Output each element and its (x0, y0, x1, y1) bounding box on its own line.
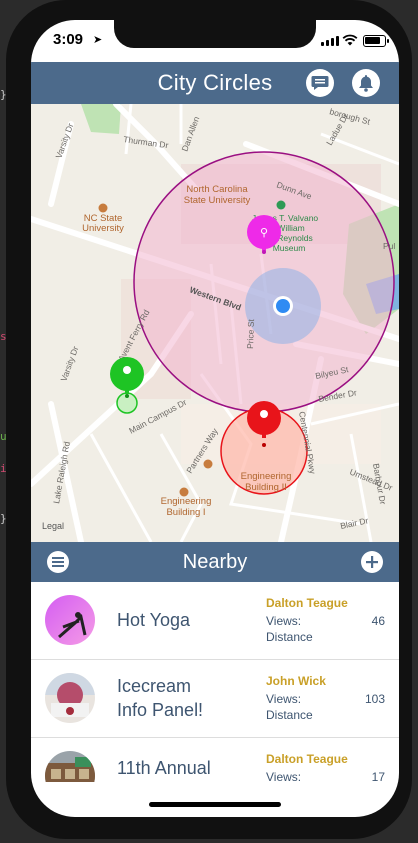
poi-university-icon[interactable] (98, 203, 108, 213)
map-label-eng2-b: Building II (245, 482, 287, 493)
nearby-title: Nearby (182, 550, 248, 573)
item-title: Hot Yoga (117, 610, 191, 630)
map-label-ncsu-bottom: State University (184, 195, 251, 206)
bell-icon (359, 75, 373, 92)
chat-icon (311, 76, 329, 90)
map-label-pul: Pul (383, 241, 395, 251)
item-title: 11th Annual (117, 758, 211, 778)
item-title: Icecream (117, 676, 192, 696)
map-label-nc-state-b: University (82, 223, 124, 234)
add-icon (366, 556, 378, 568)
app-screen: 3:09 ➤ City Circles Thurman Dr Varsity D… (31, 20, 399, 817)
item-author[interactable]: John Wick (266, 674, 326, 688)
item-author[interactable]: Dalton Teague (266, 752, 348, 766)
map-label-price: Price St (245, 318, 256, 349)
item-views-label: Views: (266, 614, 302, 628)
add-button[interactable] (361, 551, 383, 573)
list-item[interactable]: Icecream Info Panel! John Wick Views: 10… (31, 660, 399, 738)
menu-icon (52, 557, 64, 567)
poi-engineering-icon[interactable] (203, 459, 213, 469)
status-time: 3:09 (53, 31, 84, 48)
item-distance-label: Distance (266, 708, 313, 722)
chat-button[interactable] (306, 69, 334, 97)
poi-museum-icon[interactable] (276, 200, 286, 210)
app-header: City Circles (31, 62, 399, 104)
location-arrow-icon: ➤ (93, 33, 103, 46)
item-views-value: 17 (371, 770, 385, 782)
svg-text:⚲: ⚲ (260, 226, 268, 239)
map-label-museum-b: William (277, 223, 304, 233)
home-indicator[interactable] (149, 802, 281, 807)
item-title-line2: Info Panel! (117, 700, 204, 720)
item-views-value: 103 (364, 692, 385, 706)
yoga-avatar-icon (45, 595, 95, 645)
user-location-dot (276, 299, 290, 313)
battery-icon (363, 35, 389, 47)
notifications-button[interactable] (352, 69, 380, 97)
map-label-museum-c: Reynolds (277, 233, 312, 243)
map-label-eng1-a: Engineering (161, 496, 212, 507)
signal-icon (321, 36, 339, 46)
item-author[interactable]: Dalton Teague (266, 596, 348, 610)
nearby-list[interactable]: Hot Yoga Dalton Teague Views: 46 Distanc… (31, 582, 399, 782)
item-distance-label: Distance (266, 630, 313, 644)
list-item[interactable]: Hot Yoga Dalton Teague Views: 46 Distanc… (31, 582, 399, 660)
building-avatar-icon (45, 751, 95, 782)
icecream-avatar-icon (45, 673, 95, 723)
phone-frame: 3:09 ➤ City Circles Thurman Dr Varsity D… (6, 0, 412, 839)
map-legal-link[interactable]: Legal (42, 521, 64, 531)
wifi-icon (342, 34, 358, 50)
map-view[interactable]: Thurman Dr Varsity Dr Dan Allen Dunn Ave… (31, 104, 399, 542)
list-item[interactable]: 11th Annual Dalton Teague Views: 17 (31, 738, 399, 782)
map-label-museum-d: Museum (273, 243, 306, 253)
item-views-label: Views: (266, 692, 302, 706)
device-notch (114, 20, 316, 48)
menu-button[interactable] (47, 551, 69, 573)
map-canvas[interactable]: Thurman Dr Varsity Dr Dan Allen Dunn Ave… (31, 104, 399, 542)
item-views-value: 46 (371, 614, 385, 628)
map-label-ncsu-top: North Carolina (186, 184, 248, 195)
nearby-bar: Nearby (31, 542, 399, 582)
page-title: City Circles (157, 70, 273, 95)
item-views-label: Views: (266, 770, 302, 782)
poi-engineering-icon[interactable] (179, 487, 189, 497)
map-label-eng1-b: Building I (166, 507, 205, 518)
map-label-eng2-a: Engineering (241, 471, 292, 482)
